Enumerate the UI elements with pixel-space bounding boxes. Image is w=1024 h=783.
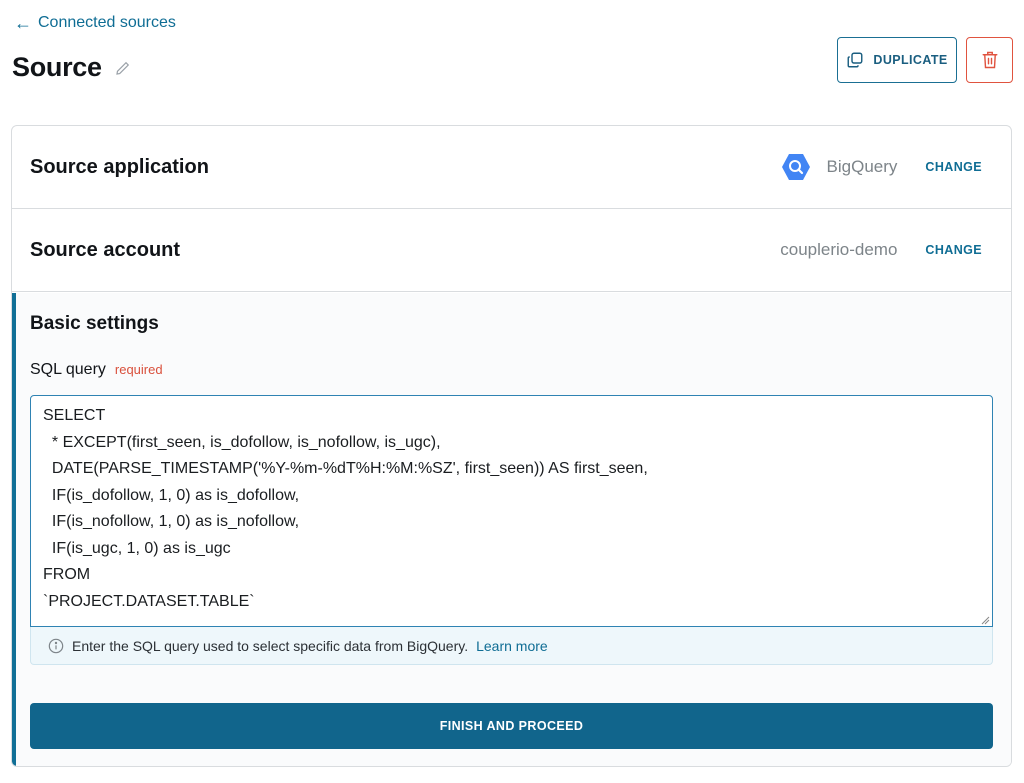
source-application-row: Source application BigQuery CHANGE bbox=[12, 126, 1011, 209]
source-application-title: Source application bbox=[30, 155, 209, 178]
arrow-left-icon: ← bbox=[14, 13, 32, 33]
delete-button[interactable] bbox=[966, 37, 1013, 83]
basic-settings-title: Basic settings bbox=[30, 313, 159, 334]
source-account-value: couplerio-demo bbox=[780, 240, 898, 259]
sql-help-text: Enter the SQL query used to select speci… bbox=[30, 627, 993, 665]
help-text: Enter the SQL query used to select speci… bbox=[72, 637, 469, 654]
back-to-connected-sources-link[interactable]: ← Connected sources bbox=[14, 14, 176, 32]
finish-and-proceed-button[interactable]: FINISH AND PROCEED bbox=[30, 703, 993, 749]
source-application-value: BigQuery bbox=[826, 157, 898, 176]
duplicate-button-label: DUPLICATE bbox=[873, 53, 948, 67]
learn-more-link[interactable]: Learn more bbox=[476, 638, 548, 654]
resize-handle-icon[interactable] bbox=[980, 615, 990, 625]
bigquery-icon bbox=[781, 154, 810, 180]
change-source-application-button[interactable]: CHANGE bbox=[925, 160, 982, 174]
source-account-title: Source account bbox=[30, 238, 181, 261]
info-icon bbox=[48, 638, 64, 653]
duplicate-icon bbox=[847, 52, 863, 68]
page-title: Source bbox=[12, 52, 102, 82]
trash-icon bbox=[982, 51, 997, 69]
edit-pencil-icon[interactable] bbox=[114, 59, 132, 77]
sql-query-textarea[interactable]: SELECT * EXCEPT(first_seen, is_dofollow,… bbox=[30, 395, 993, 627]
sql-query-label: SQL query required bbox=[30, 361, 163, 379]
source-settings-card: Source application BigQuery CHANGE Sourc… bbox=[11, 125, 1012, 767]
basic-settings-section: Basic settings SQL query required SELECT… bbox=[12, 293, 1011, 766]
duplicate-button[interactable]: DUPLICATE bbox=[837, 37, 957, 83]
back-link-label: Connected sources bbox=[38, 14, 176, 31]
source-account-row: Source account couplerio-demo CHANGE bbox=[12, 209, 1011, 292]
change-source-account-button[interactable]: CHANGE bbox=[925, 243, 982, 257]
required-indicator: required bbox=[114, 362, 163, 377]
sql-query-label-text: SQL query bbox=[30, 361, 106, 378]
title-row: Source bbox=[12, 52, 132, 83]
